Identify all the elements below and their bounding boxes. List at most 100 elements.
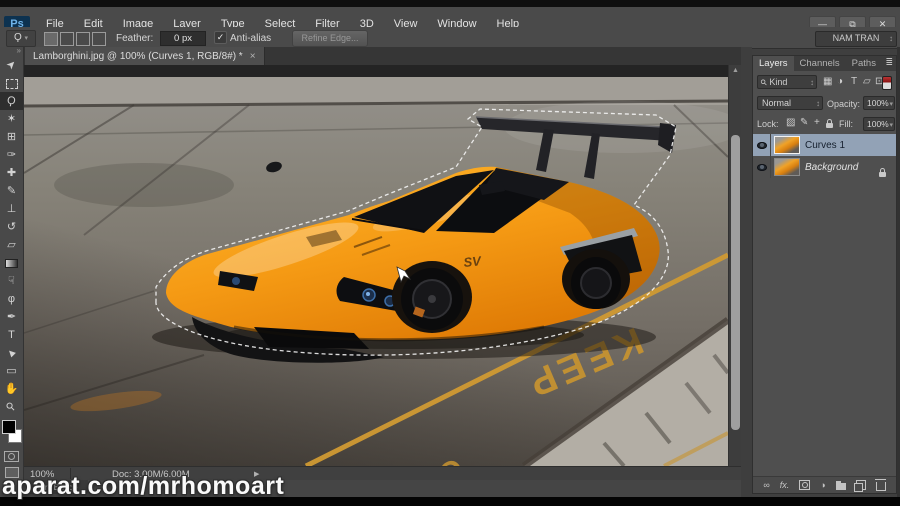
dodge-tool[interactable]: φ bbox=[0, 290, 23, 308]
path-select-tool[interactable]: ▲ bbox=[0, 344, 23, 362]
layer-name[interactable]: Background bbox=[805, 162, 858, 173]
fill-dropdown[interactable]: 100% ▾ bbox=[863, 117, 895, 131]
blend-mode-row: Normal ↕ Opacity: 100% ▾ bbox=[753, 93, 896, 114]
up-down-arrows-icon: ↕ bbox=[889, 34, 893, 43]
filter-shape-layers-icon[interactable]: ▱ bbox=[863, 75, 871, 89]
lasso-icon: Ϙ bbox=[6, 94, 17, 108]
shape-tool[interactable]: ▭ bbox=[0, 362, 23, 380]
lock-paint-icon[interactable]: ✎ bbox=[800, 117, 808, 128]
gradient-tool[interactable] bbox=[0, 254, 23, 272]
feather-input[interactable]: 0 px bbox=[160, 31, 206, 46]
type-tool[interactable]: T bbox=[0, 326, 23, 344]
healing-brush-tool[interactable]: ✚ bbox=[0, 164, 23, 182]
layer-name[interactable]: Curves 1 bbox=[805, 140, 845, 151]
intersect-selection-mode-icon[interactable] bbox=[92, 32, 106, 46]
vertical-scrollbar[interactable]: ▲ bbox=[728, 65, 742, 466]
refine-edge-button[interactable]: Refine Edge... bbox=[292, 30, 368, 47]
add-layer-mask-icon[interactable] bbox=[799, 480, 811, 490]
move-tool[interactable]: ➤ bbox=[0, 56, 23, 74]
fill-label: Fill: bbox=[839, 119, 853, 129]
workspace-switcher[interactable]: NAM TRAN ↕ bbox=[815, 31, 897, 47]
document-title: Lamborghini.jpg @ 100% (Curves 1, RGB/8#… bbox=[33, 50, 243, 62]
lock-position-icon[interactable]: + bbox=[814, 117, 820, 128]
opacity-dropdown[interactable]: 100% ▾ bbox=[863, 96, 895, 110]
layer-filter-row: ⚲ Kind ↕ ▦ ◑ T ▱ ⊡ bbox=[753, 71, 896, 93]
new-selection-mode-icon[interactable] bbox=[44, 32, 58, 46]
move-icon: ➤ bbox=[3, 57, 20, 73]
visibility-cell[interactable] bbox=[753, 134, 771, 156]
clone-stamp-tool[interactable]: ⊥ bbox=[0, 200, 23, 218]
title-menu-bar: Ps File Edit Image Layer Type Select Fil… bbox=[0, 7, 900, 33]
dodge-icon: φ bbox=[7, 293, 16, 305]
tab-channels[interactable]: Channels bbox=[794, 56, 846, 71]
collapse-dock-icon[interactable]: » bbox=[0, 47, 23, 56]
pen-tool[interactable]: ✒ bbox=[0, 308, 23, 326]
magic-wand-tool[interactable]: ✶ bbox=[0, 110, 23, 128]
close-tab-icon[interactable]: × bbox=[250, 51, 256, 62]
lock-label: Lock: bbox=[757, 119, 779, 129]
scrollbar-thumb[interactable] bbox=[731, 135, 740, 430]
foreground-color-swatch[interactable] bbox=[2, 420, 16, 434]
opacity-label: Opacity: bbox=[827, 99, 861, 109]
panel-menu-icon[interactable]: ≣ bbox=[885, 57, 893, 68]
filter-pixel-layers-icon[interactable]: ▦ bbox=[823, 75, 832, 89]
clone-stamp-icon: ⊥ bbox=[6, 203, 17, 215]
filter-toggle-switch[interactable] bbox=[882, 76, 892, 90]
tab-paths[interactable]: Paths bbox=[846, 56, 882, 71]
history-brush-tool[interactable]: ↺ bbox=[0, 218, 23, 236]
photoshop-window: Ps File Edit Image Layer Type Select Fil… bbox=[0, 0, 900, 506]
visibility-cell[interactable] bbox=[753, 156, 771, 178]
tab-layers[interactable]: Layers bbox=[753, 56, 794, 71]
lasso-tool[interactable]: Ϙ bbox=[0, 92, 23, 110]
lock-all-icon[interactable] bbox=[826, 119, 833, 131]
filter-kind-dropdown[interactable]: ⚲ Kind ↕ bbox=[757, 75, 817, 89]
layer-thumbnail[interactable] bbox=[774, 136, 800, 154]
layer-row-background[interactable]: Background bbox=[753, 156, 896, 178]
eraser-icon: ▱ bbox=[7, 239, 16, 251]
delete-layer-icon[interactable] bbox=[874, 478, 886, 491]
filter-adjustment-layers-icon[interactable]: ◑ bbox=[837, 75, 843, 89]
document-tab[interactable]: Lamborghini.jpg @ 100% (Curves 1, RGB/8#… bbox=[25, 47, 265, 65]
layer-style-fx-icon[interactable]: fx. bbox=[780, 480, 790, 490]
marquee-icon bbox=[5, 79, 18, 89]
document-window: Lamborghini.jpg @ 100% (Curves 1, RGB/8#… bbox=[23, 47, 744, 490]
shape-icon: ▭ bbox=[6, 365, 17, 377]
hand-tool[interactable]: ✋ bbox=[0, 380, 23, 398]
eyedropper-icon: ✑ bbox=[6, 149, 17, 161]
zoom-icon: ⚲ bbox=[4, 399, 19, 415]
layer-row-curves-1[interactable]: Curves 1 bbox=[753, 134, 896, 156]
crop-tool[interactable]: ⊞ bbox=[0, 128, 23, 146]
chevron-down-icon: ▾ bbox=[24, 35, 29, 42]
new-adjustment-layer-icon[interactable]: ◑ bbox=[820, 480, 825, 490]
smudge-tool[interactable]: ☟ bbox=[0, 272, 23, 290]
layers-panel-footer: ∞ fx. ◑ bbox=[753, 476, 896, 493]
path-select-icon: ▲ bbox=[3, 344, 20, 362]
image-canvas[interactable]: KEEP C bbox=[23, 65, 744, 490]
panel-tab-bar: Layers Channels Paths ≣ bbox=[753, 56, 896, 71]
lasso-icon: Ϙ bbox=[13, 32, 22, 43]
gradient-icon bbox=[5, 259, 18, 268]
anti-alias-checkbox[interactable]: ✓ bbox=[214, 31, 227, 44]
link-layers-icon[interactable]: ∞ bbox=[763, 480, 769, 490]
brush-tool[interactable]: ✎ bbox=[0, 182, 23, 200]
blend-mode-dropdown[interactable]: Normal ↕ bbox=[757, 96, 823, 110]
zoom-tool[interactable]: ⚲ bbox=[0, 398, 23, 416]
workspace-name: NAM TRAN bbox=[832, 33, 880, 43]
subtract-selection-mode-icon[interactable] bbox=[76, 32, 90, 46]
eraser-tool[interactable]: ▱ bbox=[0, 236, 23, 254]
chevron-down-icon: ▾ bbox=[889, 101, 893, 108]
new-layer-icon[interactable] bbox=[853, 480, 866, 492]
new-group-icon[interactable] bbox=[835, 480, 846, 490]
eyedropper-tool[interactable]: ✑ bbox=[0, 146, 23, 164]
blend-mode-value: Normal bbox=[762, 98, 792, 108]
filter-type-layers-icon[interactable]: T bbox=[851, 75, 857, 89]
quick-mask-button[interactable] bbox=[4, 451, 19, 462]
active-tool-dropdown[interactable]: Ϙ ▾ bbox=[6, 30, 36, 47]
layer-thumbnail[interactable] bbox=[774, 158, 800, 176]
watermark-text: aparat.com/mrhomoart bbox=[2, 472, 285, 500]
add-selection-mode-icon[interactable] bbox=[60, 32, 74, 46]
up-down-arrows-icon: ↕ bbox=[810, 78, 814, 87]
lock-transparency-icon[interactable]: ▨ bbox=[786, 117, 795, 128]
marquee-tool[interactable] bbox=[0, 74, 23, 92]
crop-icon: ⊞ bbox=[6, 131, 17, 143]
